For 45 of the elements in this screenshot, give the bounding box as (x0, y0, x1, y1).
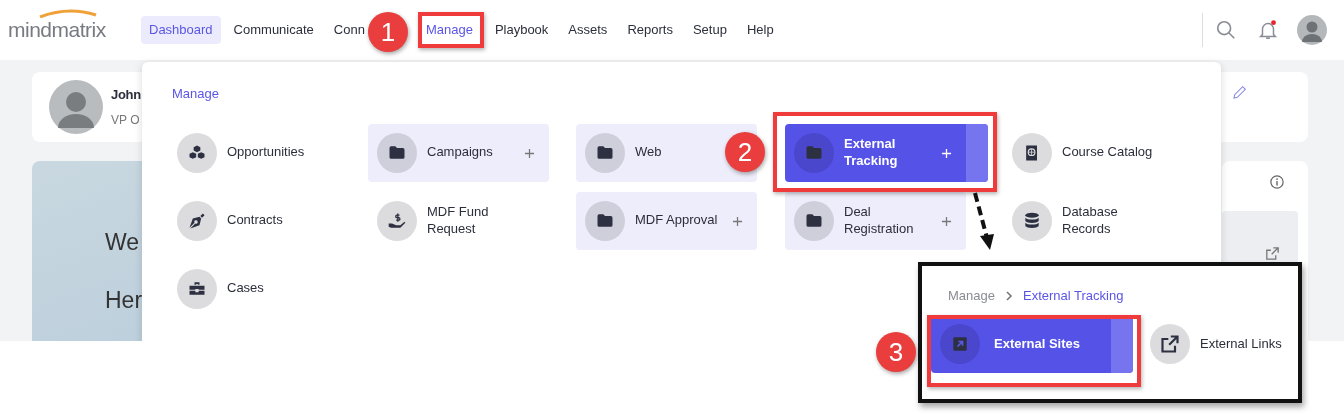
menu-item[interactable]: Opportunities (168, 123, 349, 182)
plus-icon (524, 147, 535, 159)
search-icon[interactable] (1215, 19, 1237, 41)
menu-item[interactable]: Cases (168, 259, 349, 318)
external-link-icon[interactable] (1266, 247, 1279, 261)
nav-tab[interactable]: Conn (325, 16, 365, 44)
plus-icon (941, 215, 952, 227)
bell-icon[interactable] (1257, 19, 1279, 41)
banner-text: We (105, 229, 140, 257)
breadcrumb-link[interactable]: Manage (948, 286, 995, 306)
nav-tab[interactable]: Manage (417, 16, 481, 44)
banner-text: Her (105, 286, 143, 315)
menu-item[interactable]: Course Catalog (1003, 123, 1184, 182)
user-title: VP O (111, 111, 140, 129)
logo[interactable]: mindmatrix (8, 14, 111, 46)
nav-tab[interactable]: Setup (684, 16, 735, 44)
menu-item[interactable]: Campaigns (368, 123, 549, 182)
user-name: John (111, 86, 141, 105)
pencil-icon[interactable] (1232, 84, 1248, 100)
menu-item[interactable]: Contracts (168, 191, 349, 250)
menu-item[interactable]: MDF Fund Request (368, 191, 549, 250)
info-icon[interactable] (1270, 175, 1284, 189)
avatar[interactable] (1297, 15, 1327, 45)
menu-heading: Manage (172, 85, 220, 103)
external-link-icon (1160, 334, 1180, 354)
highlight-frame (418, 12, 484, 48)
nav-tab[interactable]: Dashboard (141, 16, 221, 44)
plus-icon (941, 147, 952, 159)
menu-item[interactable]: Database Records (1003, 191, 1184, 250)
nav-tab[interactable]: Communicate (225, 16, 322, 44)
nav-tab[interactable]: Playbook (486, 16, 557, 44)
database-icon (1022, 210, 1042, 231)
breadcrumb-link[interactable]: External Tracking (1023, 286, 1124, 306)
avatar (49, 80, 103, 134)
nav-tab[interactable]: Reports (619, 16, 681, 44)
menu-item[interactable]: External Tracking (785, 123, 988, 182)
logo-arc-icon (38, 8, 98, 19)
menu-item[interactable]: Deal Registration (785, 191, 966, 250)
nav-tab[interactable]: Assets (560, 16, 616, 44)
nav-tab[interactable]: Help (738, 16, 782, 44)
plus-icon (732, 215, 743, 227)
menu-item[interactable]: MDF Approval (576, 191, 757, 250)
chevron-icon (1005, 291, 1013, 301)
step-badge: 3 (876, 332, 916, 372)
arrow-square-icon (950, 334, 970, 354)
